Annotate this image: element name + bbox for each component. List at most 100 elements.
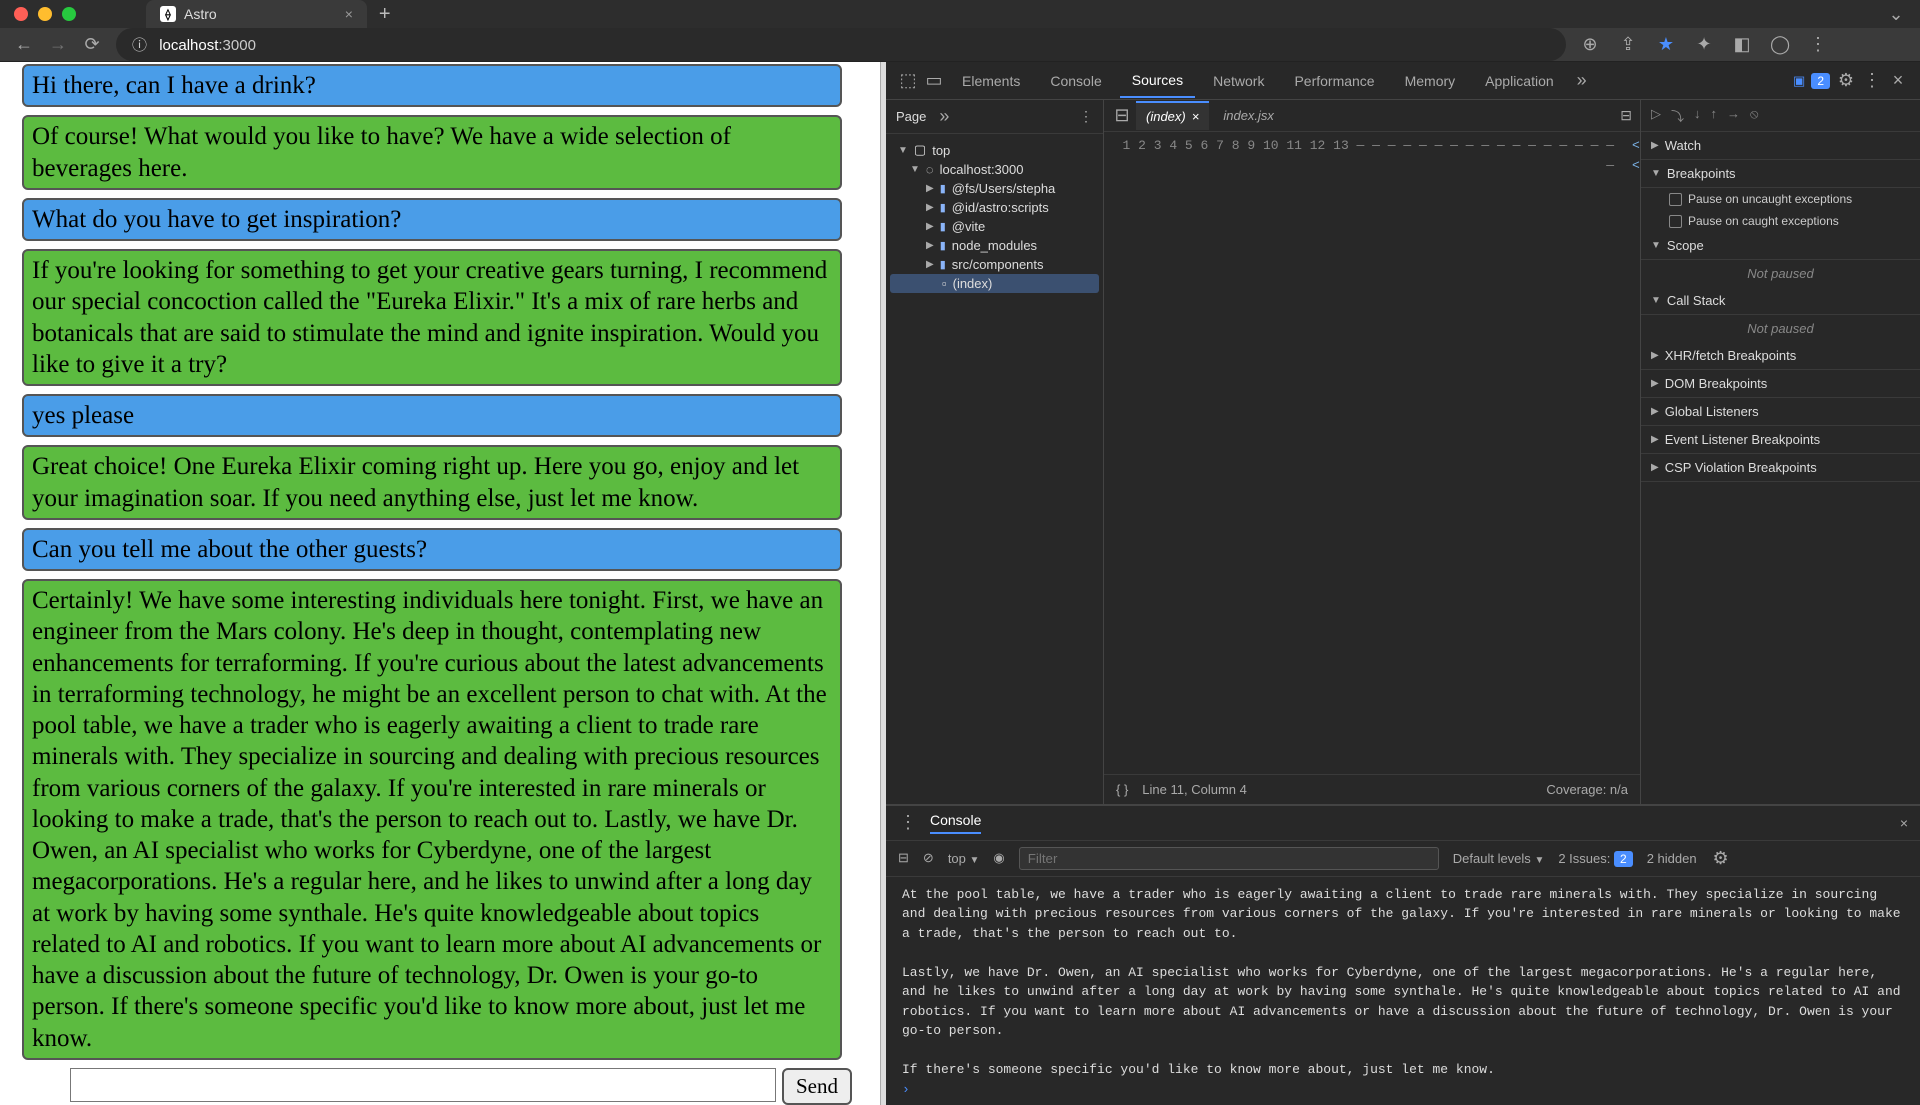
tree-folder[interactable]: ▶▮@id/astro:scripts <box>890 198 1099 217</box>
tree-top[interactable]: ▼▢top <box>890 140 1099 160</box>
devtools-panel: ⬚ ▭ Elements Console Sources Network Per… <box>886 62 1920 1105</box>
tree-folder[interactable]: ▶▮@fs/Users/stepha <box>890 179 1099 198</box>
tab-network[interactable]: Network <box>1201 65 1276 97</box>
bp-caught[interactable]: Pause on caught exceptions <box>1641 210 1920 232</box>
forward-button[interactable]: → <box>48 34 68 55</box>
more-nav-icon[interactable]: » <box>934 106 954 127</box>
tab-performance[interactable]: Performance <box>1282 65 1386 97</box>
console-issues[interactable]: 2 Issues: 2 <box>1558 851 1632 866</box>
callstack-pane[interactable]: ▼Call Stack <box>1641 287 1920 315</box>
console-prompt[interactable]: › <box>902 1082 910 1097</box>
xhr-pane[interactable]: ▶XHR/fetch Breakpoints <box>1641 342 1920 370</box>
chevron-down-icon[interactable]: ⌄ <box>1886 4 1906 25</box>
device-toolbar-icon[interactable]: ▭ <box>924 70 944 91</box>
source-code[interactable]: <!DOCTYPE html> <html lang="en" style="h… <box>1624 132 1640 774</box>
chat-message-bot: If you're looking for something to get y… <box>22 249 842 386</box>
new-tab-button[interactable]: + <box>379 3 391 26</box>
zoom-icon[interactable]: ⊕ <box>1580 34 1600 55</box>
bp-uncaught[interactable]: Pause on uncaught exceptions <box>1641 188 1920 210</box>
chat-message-user: Hi there, can I have a drink? <box>22 64 842 107</box>
bookmark-star-icon[interactable]: ★ <box>1656 34 1676 55</box>
chat-message-user: Can you tell me about the other guests? <box>22 528 842 571</box>
breakpoints-pane[interactable]: ▼Breakpoints <box>1641 160 1920 188</box>
line-gutter: 1 2 3 4 5 6 7 8 9 10 11 12 13 — — — — — … <box>1104 132 1624 774</box>
close-devtools-button[interactable]: × <box>1888 70 1908 91</box>
step-icon[interactable]: → <box>1727 106 1740 125</box>
close-drawer-button[interactable]: × <box>1900 815 1908 831</box>
info-icon: ⓘ <box>132 37 147 54</box>
console-settings-icon[interactable]: ⚙ <box>1711 848 1731 869</box>
close-window-button[interactable] <box>14 7 28 21</box>
console-menu-icon[interactable]: ⋮ <box>898 812 918 833</box>
nav-menu-icon[interactable]: ⋮ <box>1079 108 1093 125</box>
reload-button[interactable]: ⟳ <box>82 34 102 55</box>
address-bar: ← → ⟳ ⓘ localhost:3000 ⊕ ⇪ ★ ✦ ◧ ◯ ⋮ <box>0 28 1920 62</box>
tab-sources[interactable]: Sources <box>1120 64 1195 98</box>
tab-memory[interactable]: Memory <box>1393 65 1468 97</box>
csp-pane[interactable]: ▶CSP Violation Breakpoints <box>1641 454 1920 482</box>
close-tab-button[interactable]: × <box>345 6 353 22</box>
devtools-menu-icon[interactable]: ⋮ <box>1862 70 1882 91</box>
file-tab-indexjsx[interactable]: index.jsx <box>1213 102 1284 129</box>
chat-input[interactable] <box>70 1068 776 1102</box>
tree-folder[interactable]: ▶▮node_modules <box>890 236 1099 255</box>
tree-folder[interactable]: ▶▮src/components <box>890 255 1099 274</box>
window-titlebar: ⟠ Astro × + ⌄ <box>0 0 1920 28</box>
global-pane[interactable]: ▶Global Listeners <box>1641 398 1920 426</box>
more-tabs-icon[interactable]: » <box>1572 70 1592 91</box>
event-pane[interactable]: ▶Event Listener Breakpoints <box>1641 426 1920 454</box>
cursor-position: Line 11, Column 4 <box>1142 782 1247 797</box>
tab-elements[interactable]: Elements <box>950 65 1032 97</box>
settings-gear-icon[interactable]: ⚙ <box>1836 70 1856 91</box>
clear-console-icon[interactable]: ⊘ <box>923 850 934 866</box>
log-levels[interactable]: Default levels ▼ <box>1453 851 1545 866</box>
tab-application[interactable]: Application <box>1473 65 1566 97</box>
console-sidebar-icon[interactable]: ⊟ <box>898 850 909 866</box>
file-nav-toggle-icon[interactable]: ⊟ <box>1112 105 1132 126</box>
step-into-icon[interactable]: ↓ <box>1694 106 1701 125</box>
astro-favicon-icon: ⟠ <box>160 6 176 22</box>
step-out-icon[interactable]: ↑ <box>1711 106 1718 125</box>
share-icon[interactable]: ⇪ <box>1618 34 1638 55</box>
console-drawer-tab[interactable]: Console <box>930 812 981 834</box>
tree-file-index[interactable]: ▫(index) <box>890 274 1099 293</box>
step-over-icon[interactable]: ⤵ <box>1671 106 1684 125</box>
watch-pane[interactable]: ▶Watch <box>1641 132 1920 160</box>
extensions-icon[interactable]: ✦ <box>1694 34 1714 55</box>
deactivate-breakpoints-icon[interactable]: ⦸ <box>1750 106 1758 125</box>
page-nav-label[interactable]: Page <box>896 109 926 124</box>
console-filter-input[interactable] <box>1019 847 1439 870</box>
page-content: Hi there, can I have a drink?Of course! … <box>0 62 880 1105</box>
console-log: At the pool table, we have a trader who … <box>886 877 1920 1105</box>
coverage-status: Coverage: n/a <box>1546 782 1628 797</box>
live-expression-icon[interactable]: ◉ <box>993 850 1004 866</box>
chat-message-user: yes please <box>22 394 842 437</box>
file-tree: ▼▢top ▼◌localhost:3000 ▶▮@fs/Users/steph… <box>886 134 1103 299</box>
issues-icon[interactable]: ▣ <box>1793 73 1805 89</box>
callstack-not-paused: Not paused <box>1641 315 1920 342</box>
url-input[interactable]: ⓘ localhost:3000 <box>116 28 1566 61</box>
scope-pane[interactable]: ▼Scope <box>1641 232 1920 260</box>
tab-console[interactable]: Console <box>1038 65 1113 97</box>
resume-icon[interactable]: ▷ <box>1651 106 1661 125</box>
back-button[interactable]: ← <box>14 34 34 55</box>
console-context[interactable]: top ▼ <box>948 851 980 866</box>
maximize-window-button[interactable] <box>62 7 76 21</box>
file-tab-index[interactable]: (index)× <box>1136 101 1209 130</box>
tree-folder[interactable]: ▶▮@vite <box>890 217 1099 236</box>
issues-count: 2 <box>1811 73 1830 89</box>
pretty-print-icon[interactable]: { } <box>1116 782 1128 797</box>
close-file-icon[interactable]: × <box>1192 109 1200 124</box>
menu-icon[interactable]: ⋮ <box>1808 34 1828 55</box>
browser-tab[interactable]: ⟠ Astro × <box>146 0 367 28</box>
chat-message-bot: Great choice! One Eureka Elixir coming r… <box>22 445 842 520</box>
inspect-element-icon[interactable]: ⬚ <box>898 70 918 91</box>
profile-icon[interactable]: ◯ <box>1770 34 1790 55</box>
send-button[interactable]: Send <box>782 1068 852 1105</box>
minimize-window-button[interactable] <box>38 7 52 21</box>
chat-message-bot: Certainly! We have some interesting indi… <box>22 579 842 1060</box>
file-panel-toggle-icon[interactable]: ⊟ <box>1620 107 1632 124</box>
tree-host[interactable]: ▼◌localhost:3000 <box>890 160 1099 179</box>
dom-pane[interactable]: ▶DOM Breakpoints <box>1641 370 1920 398</box>
sidepanel-icon[interactable]: ◧ <box>1732 34 1752 55</box>
